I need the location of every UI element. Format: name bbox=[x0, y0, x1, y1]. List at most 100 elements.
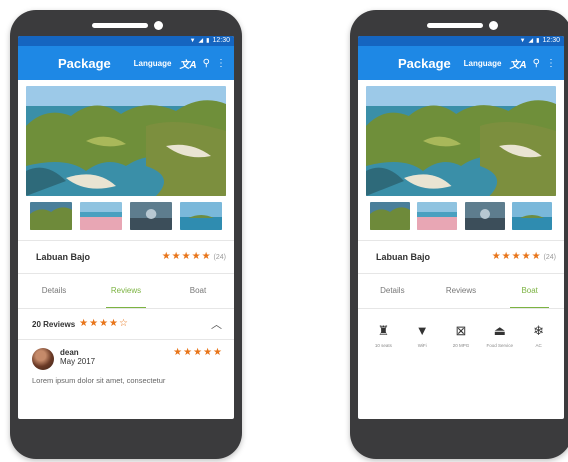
amenity-label: WiFi bbox=[417, 343, 427, 348]
reviews-header[interactable]: 20 Reviews ★ ★ ★ ★ ☆ ︿ bbox=[18, 309, 234, 339]
status-time: 12:30 bbox=[542, 37, 560, 44]
star-icon: ★ bbox=[193, 347, 203, 358]
hero-image[interactable] bbox=[366, 86, 556, 196]
tab-bar: Details Reviews Boat bbox=[18, 274, 234, 308]
camera bbox=[154, 21, 163, 30]
thumbnail-strip bbox=[30, 202, 222, 230]
speaker bbox=[427, 23, 483, 28]
food-service-icon: ⏏ bbox=[493, 323, 506, 338]
phone-reviews: ▼ ◢ ▮ 12:30 Package Language 文A ⚲ ⋮ Labu… bbox=[10, 10, 242, 459]
review-date: May 2017 bbox=[60, 357, 96, 366]
translate-icon[interactable]: 文A bbox=[509, 56, 526, 71]
thumbnail-1[interactable] bbox=[30, 202, 73, 230]
tab-boat[interactable]: Boat bbox=[495, 274, 564, 308]
thumbnail-3[interactable] bbox=[129, 202, 173, 230]
star-icon: ★ bbox=[191, 251, 201, 262]
trash-icon: ⊠ bbox=[455, 323, 467, 338]
place-name: Labuan Bajo bbox=[376, 252, 431, 262]
star-empty-icon: ☆ bbox=[119, 318, 128, 329]
camera bbox=[489, 21, 498, 30]
thumbnail-3[interactable] bbox=[464, 202, 505, 230]
review-item: dean May 2017 ★ ★ ★ ★ ★ bbox=[18, 340, 234, 370]
tab-reviews[interactable]: Reviews bbox=[90, 274, 162, 308]
star-icon: ★ bbox=[89, 318, 99, 329]
more-vert-icon[interactable]: ⋮ bbox=[216, 58, 226, 69]
star-icon: ★ bbox=[99, 318, 109, 329]
place-name: Labuan Bajo bbox=[36, 252, 91, 262]
amenity-wifi: ▼ WiFi bbox=[403, 323, 442, 349]
amenity-label: Food Service bbox=[486, 343, 514, 348]
reviews-count: 20 Reviews bbox=[32, 319, 76, 329]
screen: ▼ ◢ ▮ 12:30 Package Language 文A ⚲ ⋮ Labu… bbox=[18, 36, 234, 419]
thumbnail-4[interactable] bbox=[511, 202, 552, 230]
language-button-label[interactable]: Language bbox=[464, 59, 502, 68]
star-icon: ★ bbox=[183, 347, 193, 358]
language-button-label[interactable]: Language bbox=[134, 59, 172, 68]
star-icon: ★ bbox=[511, 251, 521, 262]
rating-count: (24) bbox=[543, 253, 556, 261]
amenity-food: ⏏ Food Service bbox=[480, 323, 519, 349]
ac-icon: ❄ bbox=[533, 323, 545, 338]
hero-image[interactable] bbox=[26, 86, 226, 196]
star-icon: ★ bbox=[521, 251, 531, 262]
page-title: Package bbox=[398, 55, 451, 71]
page-title: Package bbox=[58, 55, 111, 71]
tab-reviews[interactable]: Reviews bbox=[427, 274, 496, 308]
review-rating: ★ ★ ★ ★ ★ bbox=[173, 348, 222, 358]
amenity-mpg: ⊠ 20 MPG bbox=[442, 323, 481, 349]
place-row: Labuan Bajo ★ ★ ★ ★ ★ (24) bbox=[18, 241, 234, 273]
search-icon[interactable]: ⚲ bbox=[203, 58, 210, 69]
tab-bar: Details Reviews Boat bbox=[358, 274, 564, 308]
star-icon: ★ bbox=[79, 318, 89, 329]
speaker bbox=[92, 23, 148, 28]
star-icon: ★ bbox=[161, 251, 171, 262]
star-icon: ★ bbox=[171, 251, 181, 262]
signal-icon: ◢ bbox=[198, 38, 204, 44]
app-bar: Package Language 文A ⚲ ⋮ bbox=[358, 46, 564, 80]
reviews-average-rating: ★ ★ ★ ★ ☆ bbox=[79, 319, 128, 329]
star-icon: ★ bbox=[531, 251, 541, 262]
thumbnail-4[interactable] bbox=[179, 202, 222, 230]
amenity-seats: ♜ 10 seats bbox=[364, 323, 403, 349]
thumbnail-2[interactable] bbox=[417, 202, 458, 230]
review-text: Lorem ipsum dolor sit amet, consectetur bbox=[32, 376, 166, 385]
avatar bbox=[32, 348, 54, 370]
review-meta: dean May 2017 bbox=[60, 348, 173, 366]
more-vert-icon[interactable]: ⋮ bbox=[546, 58, 556, 69]
status-bar: ▼ ◢ ▮ 12:30 bbox=[18, 36, 234, 46]
tab-details[interactable]: Details bbox=[358, 274, 427, 308]
amenities-list: ♜ 10 seats ▼ WiFi ⊠ 20 MPG ⏏ Food Servic… bbox=[358, 309, 564, 349]
thumbnail-2[interactable] bbox=[79, 202, 123, 230]
star-icon: ★ bbox=[181, 251, 191, 262]
battery-icon: ▮ bbox=[536, 38, 540, 44]
status-bar: ▼ ◢ ▮ 12:30 bbox=[358, 36, 564, 46]
place-rating: ★ ★ ★ ★ ★ (24) bbox=[162, 252, 226, 262]
thumbnail-strip bbox=[370, 202, 552, 230]
translate-icon[interactable]: 文A bbox=[179, 56, 196, 71]
star-icon: ★ bbox=[173, 347, 183, 358]
wifi-icon: ▼ bbox=[415, 323, 429, 338]
place-row: Labuan Bajo ★ ★ ★ ★ ★ (24) bbox=[358, 241, 564, 273]
wifi-icon: ▼ bbox=[189, 38, 196, 44]
wifi-icon: ▼ bbox=[519, 38, 526, 44]
status-time: 12:30 bbox=[212, 37, 230, 44]
amenity-ac: ❄ AC bbox=[519, 323, 558, 349]
rating-count: (24) bbox=[213, 253, 226, 261]
thumbnail-1[interactable] bbox=[370, 202, 411, 230]
amenity-label: 10 seats bbox=[374, 343, 392, 348]
reviewer-name: dean bbox=[60, 348, 79, 357]
phone-boat: ▼ ◢ ▮ 12:30 Package Language 文A ⚲ ⋮ Labu… bbox=[350, 10, 568, 459]
star-icon: ★ bbox=[201, 251, 211, 262]
search-icon[interactable]: ⚲ bbox=[533, 58, 540, 69]
amenity-label: AC bbox=[535, 343, 542, 348]
tab-details[interactable]: Details bbox=[18, 274, 90, 308]
amenity-label: 20 MPG bbox=[452, 343, 470, 348]
battery-icon: ▮ bbox=[206, 38, 210, 44]
app-bar: Package Language 文A ⚲ ⋮ bbox=[18, 46, 234, 80]
star-icon: ★ bbox=[213, 347, 222, 358]
tab-boat[interactable]: Boat bbox=[162, 274, 234, 308]
star-icon: ★ bbox=[203, 347, 213, 358]
chevron-up-icon[interactable]: ︿ bbox=[211, 316, 222, 332]
star-icon: ★ bbox=[109, 318, 119, 329]
star-icon: ★ bbox=[501, 251, 511, 262]
